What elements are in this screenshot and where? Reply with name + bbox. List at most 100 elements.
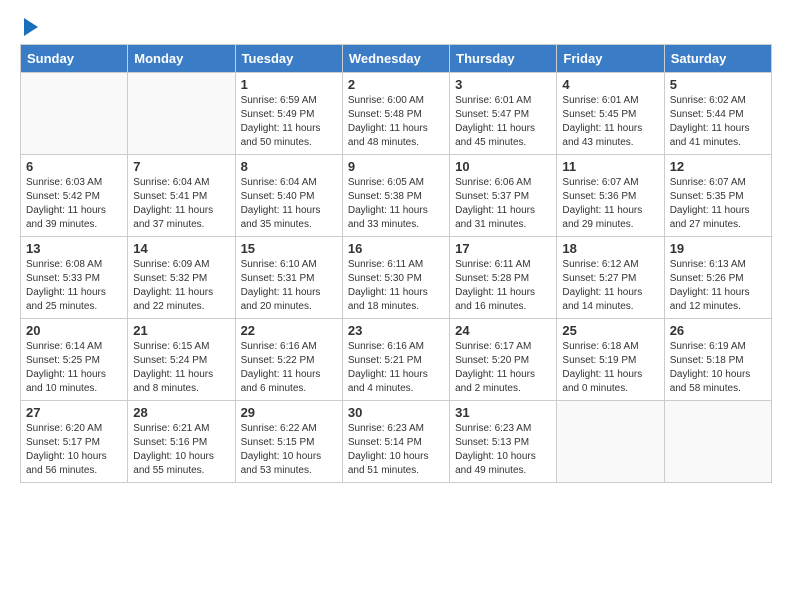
day-info: Sunrise: 6:00 AMSunset: 5:48 PMDaylight:… [348, 94, 444, 150]
day-number: 31 [455, 405, 551, 420]
calendar-day: 27 Sunrise: 6:20 AMSunset: 5:17 PMDayligh… [21, 401, 128, 483]
day-number: 8 [241, 159, 337, 174]
day-number: 19 [670, 241, 766, 256]
day-number: 4 [562, 77, 658, 92]
calendar-day: 25 Sunrise: 6:18 AMSunset: 5:19 PMDayligh… [557, 319, 664, 401]
calendar-week-2: 6 Sunrise: 6:03 AMSunset: 5:42 PMDaylight… [21, 155, 772, 237]
day-number: 10 [455, 159, 551, 174]
calendar-day [664, 401, 771, 483]
day-info: Sunrise: 6:22 AMSunset: 5:15 PMDaylight:… [241, 422, 337, 478]
calendar-day: 7 Sunrise: 6:04 AMSunset: 5:41 PMDaylight… [128, 155, 235, 237]
day-number: 25 [562, 323, 658, 338]
day-info: Sunrise: 6:14 AMSunset: 5:25 PMDaylight:… [26, 340, 122, 396]
weekday-header-friday: Friday [557, 45, 664, 73]
weekday-header-monday: Monday [128, 45, 235, 73]
day-number: 15 [241, 241, 337, 256]
calendar-day: 22 Sunrise: 6:16 AMSunset: 5:22 PMDayligh… [235, 319, 342, 401]
weekday-header-wednesday: Wednesday [342, 45, 449, 73]
day-number: 26 [670, 323, 766, 338]
calendar-week-4: 20 Sunrise: 6:14 AMSunset: 5:25 PMDayligh… [21, 319, 772, 401]
day-number: 30 [348, 405, 444, 420]
day-number: 23 [348, 323, 444, 338]
calendar-week-1: 1 Sunrise: 6:59 AMSunset: 5:49 PMDaylight… [21, 73, 772, 155]
day-number: 16 [348, 241, 444, 256]
logo [20, 16, 38, 36]
day-number: 6 [26, 159, 122, 174]
calendar-day: 21 Sunrise: 6:15 AMSunset: 5:24 PMDayligh… [128, 319, 235, 401]
day-number: 14 [133, 241, 229, 256]
day-info: Sunrise: 6:13 AMSunset: 5:26 PMDaylight:… [670, 258, 766, 314]
day-number: 28 [133, 405, 229, 420]
day-info: Sunrise: 6:04 AMSunset: 5:41 PMDaylight:… [133, 176, 229, 232]
day-info: Sunrise: 6:07 AMSunset: 5:36 PMDaylight:… [562, 176, 658, 232]
calendar-day: 4 Sunrise: 6:01 AMSunset: 5:45 PMDaylight… [557, 73, 664, 155]
day-info: Sunrise: 6:03 AMSunset: 5:42 PMDaylight:… [26, 176, 122, 232]
day-number: 5 [670, 77, 766, 92]
day-number: 2 [348, 77, 444, 92]
day-info: Sunrise: 6:04 AMSunset: 5:40 PMDaylight:… [241, 176, 337, 232]
day-info: Sunrise: 6:11 AMSunset: 5:28 PMDaylight:… [455, 258, 551, 314]
calendar-day: 1 Sunrise: 6:59 AMSunset: 5:49 PMDaylight… [235, 73, 342, 155]
day-info: Sunrise: 6:19 AMSunset: 5:18 PMDaylight:… [670, 340, 766, 396]
calendar-day: 8 Sunrise: 6:04 AMSunset: 5:40 PMDaylight… [235, 155, 342, 237]
day-info: Sunrise: 6:09 AMSunset: 5:32 PMDaylight:… [133, 258, 229, 314]
weekday-header-thursday: Thursday [450, 45, 557, 73]
day-number: 7 [133, 159, 229, 174]
calendar-day: 30 Sunrise: 6:23 AMSunset: 5:14 PMDayligh… [342, 401, 449, 483]
calendar-day: 17 Sunrise: 6:11 AMSunset: 5:28 PMDayligh… [450, 237, 557, 319]
calendar-day: 10 Sunrise: 6:06 AMSunset: 5:37 PMDayligh… [450, 155, 557, 237]
page-header [20, 16, 772, 36]
day-number: 13 [26, 241, 122, 256]
calendar-day: 23 Sunrise: 6:16 AMSunset: 5:21 PMDayligh… [342, 319, 449, 401]
day-number: 27 [26, 405, 122, 420]
calendar-day: 31 Sunrise: 6:23 AMSunset: 5:13 PMDayligh… [450, 401, 557, 483]
day-number: 12 [670, 159, 766, 174]
calendar-day: 12Sunrise: 6:07 AMSunset: 5:35 PMDayligh… [664, 155, 771, 237]
day-number: 29 [241, 405, 337, 420]
calendar-day: 14 Sunrise: 6:09 AMSunset: 5:32 PMDayligh… [128, 237, 235, 319]
day-number: 24 [455, 323, 551, 338]
day-number: 3 [455, 77, 551, 92]
day-info: Sunrise: 6:59 AMSunset: 5:49 PMDaylight:… [241, 94, 337, 150]
calendar-day: 13 Sunrise: 6:08 AMSunset: 5:33 PMDayligh… [21, 237, 128, 319]
day-info: Sunrise: 6:23 AMSunset: 5:14 PMDaylight:… [348, 422, 444, 478]
day-info: Sunrise: 6:23 AMSunset: 5:13 PMDaylight:… [455, 422, 551, 478]
day-number: 9 [348, 159, 444, 174]
day-info: Sunrise: 6:18 AMSunset: 5:19 PMDaylight:… [562, 340, 658, 396]
day-number: 21 [133, 323, 229, 338]
calendar-day: 3 Sunrise: 6:01 AMSunset: 5:47 PMDaylight… [450, 73, 557, 155]
calendar-day: 15 Sunrise: 6:10 AMSunset: 5:31 PMDayligh… [235, 237, 342, 319]
calendar-day: 24Sunrise: 6:17 AMSunset: 5:20 PMDayligh… [450, 319, 557, 401]
day-info: Sunrise: 6:20 AMSunset: 5:17 PMDaylight:… [26, 422, 122, 478]
calendar-day: 9 Sunrise: 6:05 AMSunset: 5:38 PMDaylight… [342, 155, 449, 237]
day-info: Sunrise: 6:10 AMSunset: 5:31 PMDaylight:… [241, 258, 337, 314]
day-info: Sunrise: 6:15 AMSunset: 5:24 PMDaylight:… [133, 340, 229, 396]
weekday-header-sunday: Sunday [21, 45, 128, 73]
logo-arrow-icon [24, 18, 38, 36]
day-info: Sunrise: 6:05 AMSunset: 5:38 PMDaylight:… [348, 176, 444, 232]
weekday-header-row: SundayMondayTuesdayWednesdayThursdayFrid… [21, 45, 772, 73]
day-info: Sunrise: 6:16 AMSunset: 5:22 PMDaylight:… [241, 340, 337, 396]
calendar-day [557, 401, 664, 483]
calendar-day: 11 Sunrise: 6:07 AMSunset: 5:36 PMDayligh… [557, 155, 664, 237]
calendar-day: 19 Sunrise: 6:13 AMSunset: 5:26 PMDayligh… [664, 237, 771, 319]
calendar-day: 26 Sunrise: 6:19 AMSunset: 5:18 PMDayligh… [664, 319, 771, 401]
calendar-day: 5Sunrise: 6:02 AMSunset: 5:44 PMDaylight… [664, 73, 771, 155]
day-info: Sunrise: 6:01 AMSunset: 5:45 PMDaylight:… [562, 94, 658, 150]
calendar-day: 28Sunrise: 6:21 AMSunset: 5:16 PMDayligh… [128, 401, 235, 483]
day-number: 1 [241, 77, 337, 92]
weekday-header-tuesday: Tuesday [235, 45, 342, 73]
day-info: Sunrise: 6:16 AMSunset: 5:21 PMDaylight:… [348, 340, 444, 396]
day-info: Sunrise: 6:08 AMSunset: 5:33 PMDaylight:… [26, 258, 122, 314]
calendar-week-3: 13 Sunrise: 6:08 AMSunset: 5:33 PMDayligh… [21, 237, 772, 319]
day-info: Sunrise: 6:12 AMSunset: 5:27 PMDaylight:… [562, 258, 658, 314]
day-number: 17 [455, 241, 551, 256]
calendar-day: 29 Sunrise: 6:22 AMSunset: 5:15 PMDayligh… [235, 401, 342, 483]
day-info: Sunrise: 6:06 AMSunset: 5:37 PMDaylight:… [455, 176, 551, 232]
day-number: 22 [241, 323, 337, 338]
calendar-day: 16 Sunrise: 6:11 AMSunset: 5:30 PMDayligh… [342, 237, 449, 319]
day-info: Sunrise: 6:11 AMSunset: 5:30 PMDaylight:… [348, 258, 444, 314]
day-info: Sunrise: 6:01 AMSunset: 5:47 PMDaylight:… [455, 94, 551, 150]
day-number: 20 [26, 323, 122, 338]
day-number: 11 [562, 159, 658, 174]
